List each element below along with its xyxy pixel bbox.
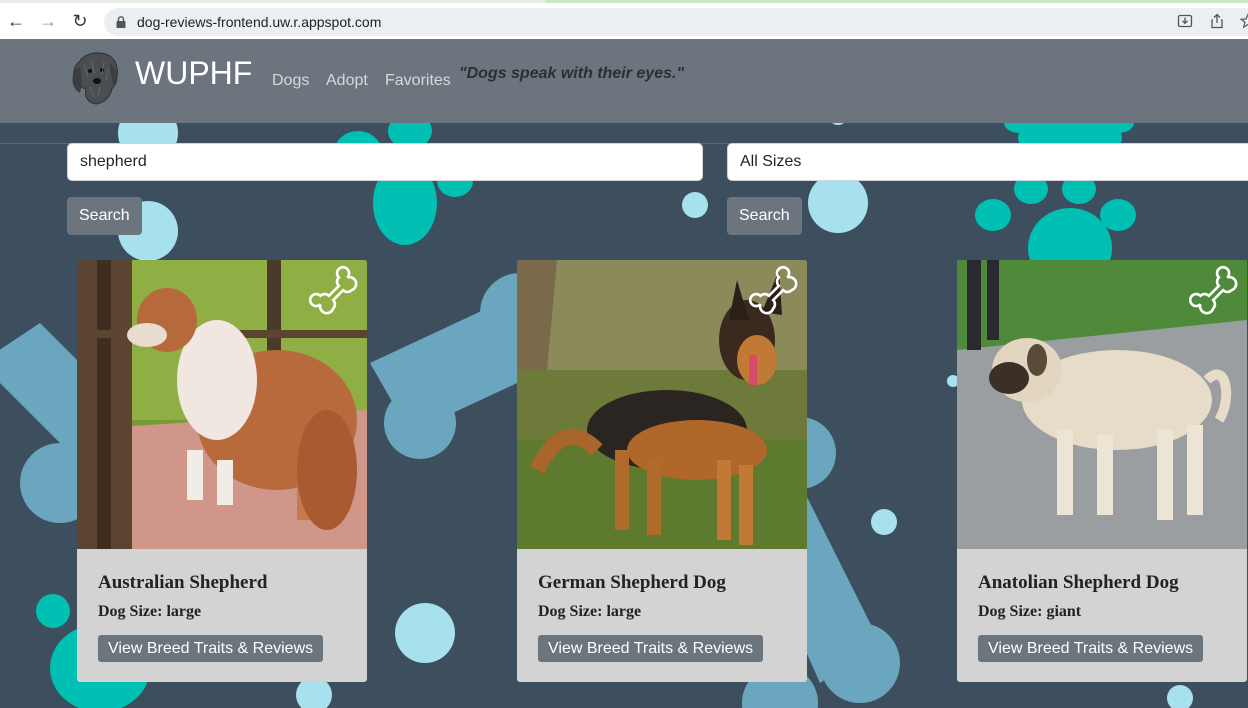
favorite-bone-icon[interactable] xyxy=(307,264,365,322)
favorite-bone-icon[interactable] xyxy=(747,264,805,322)
tagline-quote: "Dogs speak with their eyes." xyxy=(459,65,685,82)
dog-photo xyxy=(77,260,367,549)
breed-search-input[interactable] xyxy=(67,143,703,181)
page-load-progress xyxy=(545,0,1248,3)
nav-link-adopt[interactable]: Adopt xyxy=(326,72,368,90)
view-breed-button[interactable]: View Breed Traits & Reviews xyxy=(978,635,1204,662)
dog-head-logo[interactable] xyxy=(66,47,126,107)
install-app-icon[interactable] xyxy=(1177,13,1193,29)
card-size: Dog Size: large xyxy=(538,603,642,620)
view-breed-button[interactable]: View Breed Traits & Reviews xyxy=(538,635,764,662)
browser-toolbar: ← → ↻ dog-reviews-frontend.uw.r.appspot.… xyxy=(0,0,1248,39)
dog-card: Anatolian Shepherd Dog Dog Size: giant Vi… xyxy=(957,260,1247,682)
dog-photo xyxy=(517,260,807,549)
favorite-bone-icon[interactable] xyxy=(1187,264,1245,322)
url-text: dog-reviews-frontend.uw.r.appspot.com xyxy=(137,14,382,30)
dog-card: Australian Shepherd Dog Size: large View … xyxy=(77,260,367,682)
size-search-button[interactable]: Search xyxy=(727,197,802,235)
site-navbar: WUPHF Dogs Adopt Favorites "Dogs speak w… xyxy=(0,39,1248,123)
card-size: Dog Size: large xyxy=(98,603,202,620)
card-title: Anatolian Shepherd Dog xyxy=(978,572,1179,593)
search-button[interactable]: Search xyxy=(67,197,142,235)
reload-icon[interactable]: ↻ xyxy=(70,11,90,31)
size-filter-select[interactable]: All Sizes xyxy=(727,143,1248,181)
view-breed-button[interactable]: View Breed Traits & Reviews xyxy=(98,635,324,662)
share-icon[interactable] xyxy=(1209,13,1225,29)
dog-photo xyxy=(957,260,1247,549)
nav-link-dogs[interactable]: Dogs xyxy=(272,72,309,90)
card-title: German Shepherd Dog xyxy=(538,572,726,593)
back-icon[interactable]: ← xyxy=(6,11,26,31)
lock-icon xyxy=(116,16,126,28)
address-bar[interactable]: dog-reviews-frontend.uw.r.appspot.com xyxy=(104,8,1248,36)
bookmark-star-icon[interactable] xyxy=(1240,13,1248,29)
forward-icon[interactable]: → xyxy=(38,11,58,31)
card-title: Australian Shepherd xyxy=(98,572,268,593)
dog-card: German Shepherd Dog Dog Size: large View … xyxy=(517,260,807,682)
brand-title[interactable]: WUPHF xyxy=(135,55,252,92)
card-size: Dog Size: giant xyxy=(978,603,1082,620)
nav-link-favorites[interactable]: Favorites xyxy=(385,72,451,90)
